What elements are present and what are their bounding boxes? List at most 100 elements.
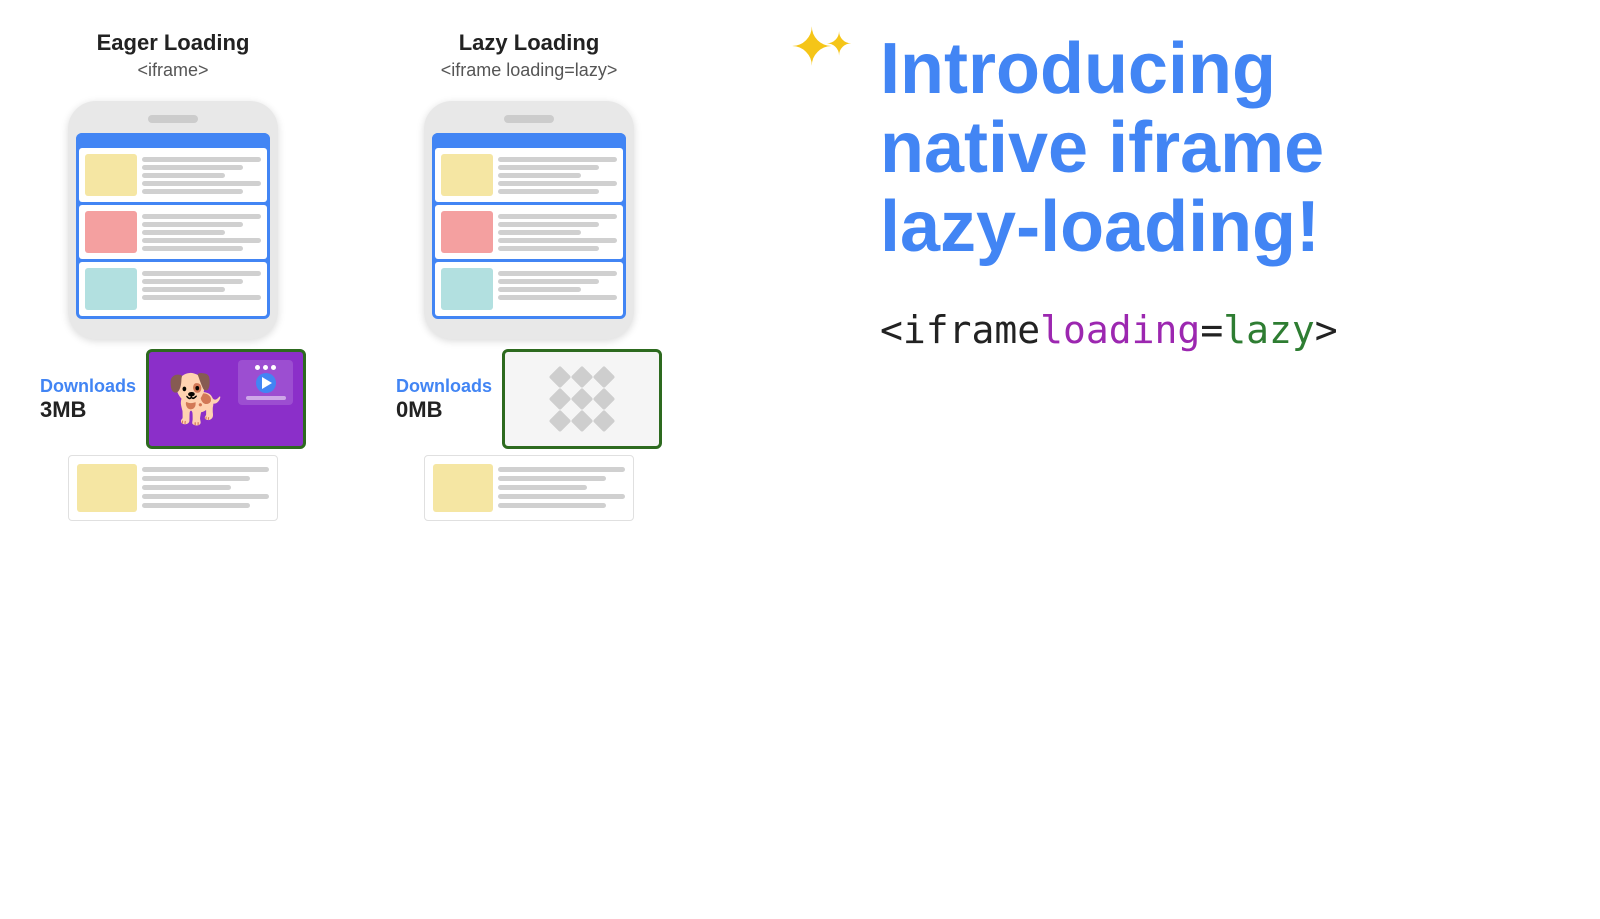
line <box>142 157 261 162</box>
right-section: Introducing native iframe lazy-loading! … <box>880 30 1560 352</box>
line <box>498 476 606 481</box>
player-dot <box>255 365 260 370</box>
line <box>498 222 599 227</box>
line <box>142 295 261 300</box>
eager-downloads-area: Downloads 3MB 🐕 <box>40 349 306 449</box>
eager-title: Eager Loading <box>97 30 250 56</box>
video-player-icon <box>238 360 293 405</box>
card-lines-3 <box>142 268 261 300</box>
heading-line3: lazy-loading! <box>880 187 1320 267</box>
eager-below-phone <box>68 455 278 521</box>
lazy-card-lines-2 <box>498 211 617 251</box>
line <box>142 287 225 292</box>
line <box>142 476 250 481</box>
spinner-cell <box>549 366 572 389</box>
player-dot <box>271 365 276 370</box>
line <box>142 173 225 178</box>
lazy-title: Lazy Loading <box>459 30 600 56</box>
line <box>498 173 581 178</box>
card-image-pink <box>85 211 137 253</box>
lazy-content-card-1 <box>435 148 623 202</box>
screen-header <box>76 133 270 145</box>
spinner-cell <box>571 366 594 389</box>
heading-line1: Introducing <box>880 29 1276 109</box>
card-image-teal <box>85 268 137 310</box>
line <box>142 467 269 472</box>
lazy-card-lines-1 <box>498 154 617 194</box>
code-part-5: > <box>1315 308 1338 352</box>
lazy-video-thumb <box>502 349 662 449</box>
lazy-below-card <box>424 455 634 521</box>
line <box>498 157 617 162</box>
spinner-cell <box>549 410 572 433</box>
line <box>142 181 261 186</box>
line <box>498 181 617 186</box>
lazy-card-lines-3 <box>498 268 617 300</box>
eager-subtitle: <iframe> <box>137 60 208 81</box>
line <box>142 271 261 276</box>
line <box>498 494 625 499</box>
line <box>498 238 617 243</box>
phones-row: Eager Loading <iframe> <box>40 30 692 521</box>
spinner-cell <box>571 410 594 433</box>
content-card-3 <box>79 262 267 316</box>
code-part-3: = <box>1200 308 1223 352</box>
lazy-below-phone <box>424 455 634 521</box>
lazy-downloads-text: Downloads <box>396 376 492 397</box>
eager-downloads-label: Downloads 3MB <box>40 376 136 423</box>
lazy-loading-section: Lazy Loading <iframe loading=lazy> <box>396 30 662 521</box>
eager-video-thumb: 🐕 <box>146 349 306 449</box>
play-button <box>256 373 276 393</box>
line <box>498 214 617 219</box>
line <box>142 214 261 219</box>
lazy-content-card-3 <box>435 262 623 316</box>
code-part-2: loading <box>1040 308 1200 352</box>
line <box>142 165 243 170</box>
line <box>142 246 243 251</box>
phone-speaker-lazy <box>504 115 554 123</box>
line <box>142 279 243 284</box>
line <box>498 271 617 276</box>
spinner-cell <box>549 388 572 411</box>
lazy-below-lines <box>498 464 625 508</box>
line <box>498 246 599 251</box>
line <box>142 503 250 508</box>
lazy-below-image <box>433 464 493 512</box>
lazy-card-image-pink <box>441 211 493 253</box>
card-image-yellow <box>85 154 137 196</box>
lazy-downloads-area: Downloads 0MB <box>396 349 662 449</box>
spinner-cell <box>593 388 616 411</box>
content-card-1 <box>79 148 267 202</box>
code-snippet: <iframe loading=lazy> <box>880 308 1560 352</box>
lazy-card-image-teal <box>441 268 493 310</box>
line <box>498 165 599 170</box>
line <box>142 494 269 499</box>
line <box>498 279 599 284</box>
lazy-downloads-size: 0MB <box>396 397 442 423</box>
lazy-phone-screen <box>432 133 626 319</box>
content-card-2 <box>79 205 267 259</box>
line <box>498 503 606 508</box>
introducing-heading: Introducing native iframe lazy-loading! <box>880 30 1560 268</box>
below-lines <box>142 464 269 508</box>
line <box>498 467 625 472</box>
line <box>142 238 261 243</box>
spinner-cell <box>593 410 616 433</box>
eager-loading-section: Eager Loading <iframe> <box>40 30 306 521</box>
lazy-content-card-2 <box>435 205 623 259</box>
eager-downloads-size: 3MB <box>40 397 86 423</box>
card-lines-2 <box>142 211 261 251</box>
player-dot <box>263 365 268 370</box>
spinner-cell <box>571 388 594 411</box>
below-image <box>77 464 137 512</box>
eager-below-card <box>68 455 278 521</box>
card-lines-1 <box>142 154 261 194</box>
line <box>498 230 581 235</box>
play-triangle-icon <box>262 377 272 389</box>
line <box>498 287 581 292</box>
screen-header-lazy <box>432 133 626 145</box>
lazy-card-image-yellow <box>441 154 493 196</box>
loading-spinner-icon <box>552 369 612 429</box>
lazy-subtitle: <iframe loading=lazy> <box>441 60 618 81</box>
spinner-cell <box>593 366 616 389</box>
